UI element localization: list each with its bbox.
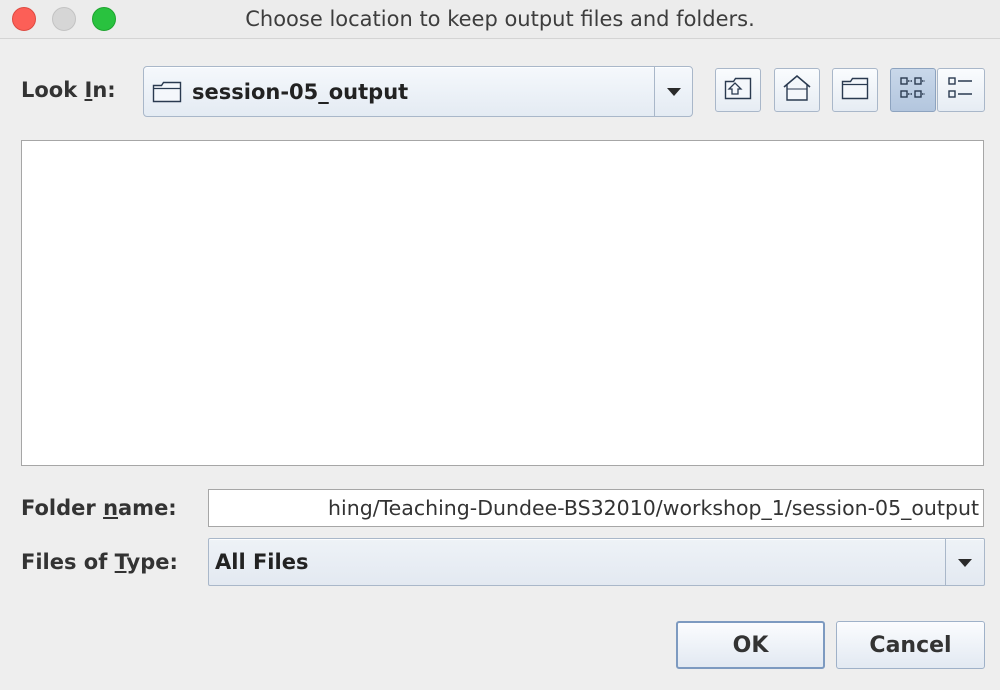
- folder-name-value: hing/Teaching-Dundee-BS32010/workshop_1/…: [328, 496, 979, 520]
- file-list-pane[interactable]: [21, 140, 984, 466]
- chevron-down-icon: [957, 553, 973, 572]
- look-in-combobox[interactable]: session-05_output: [143, 66, 693, 117]
- folder-name-field[interactable]: hing/Teaching-Dundee-BS32010/workshop_1/…: [208, 489, 984, 527]
- ok-button[interactable]: OK: [676, 621, 825, 669]
- file-chooser-dialog: Choose location to keep output files and…: [0, 0, 1000, 690]
- new-folder-icon: [840, 75, 870, 105]
- cancel-button[interactable]: Cancel: [836, 621, 985, 669]
- chevron-down-icon: [666, 82, 682, 101]
- home-button[interactable]: [774, 68, 820, 112]
- files-of-type-selected: All Files: [215, 550, 309, 574]
- files-of-type-label: Files of Type:: [21, 550, 178, 574]
- files-of-type-dropdown-arrow[interactable]: [945, 539, 984, 585]
- folder-up-icon: [723, 74, 753, 106]
- title-bar[interactable]: Choose location to keep output files and…: [0, 0, 1000, 39]
- look-in-selected: session-05_output: [192, 79, 409, 104]
- new-folder-button[interactable]: [832, 68, 878, 112]
- folder-icon: [152, 80, 182, 104]
- look-in-label: Look In:: [21, 78, 116, 102]
- folder-name-label: Folder name:: [21, 496, 177, 520]
- look-in-dropdown-arrow[interactable]: [654, 67, 692, 116]
- details-view-icon: [946, 75, 976, 105]
- files-of-type-combobox[interactable]: All Files: [208, 538, 985, 586]
- list-view-button[interactable]: [890, 68, 936, 112]
- home-icon: [781, 73, 813, 107]
- up-one-level-button[interactable]: [715, 68, 761, 112]
- zoom-window-button[interactable]: [92, 7, 116, 31]
- details-view-button[interactable]: [937, 68, 985, 112]
- close-window-button[interactable]: [12, 7, 36, 31]
- list-view-icon: [898, 75, 928, 105]
- minimize-window-button[interactable]: [52, 7, 76, 31]
- window-title: Choose location to keep output files and…: [245, 7, 755, 31]
